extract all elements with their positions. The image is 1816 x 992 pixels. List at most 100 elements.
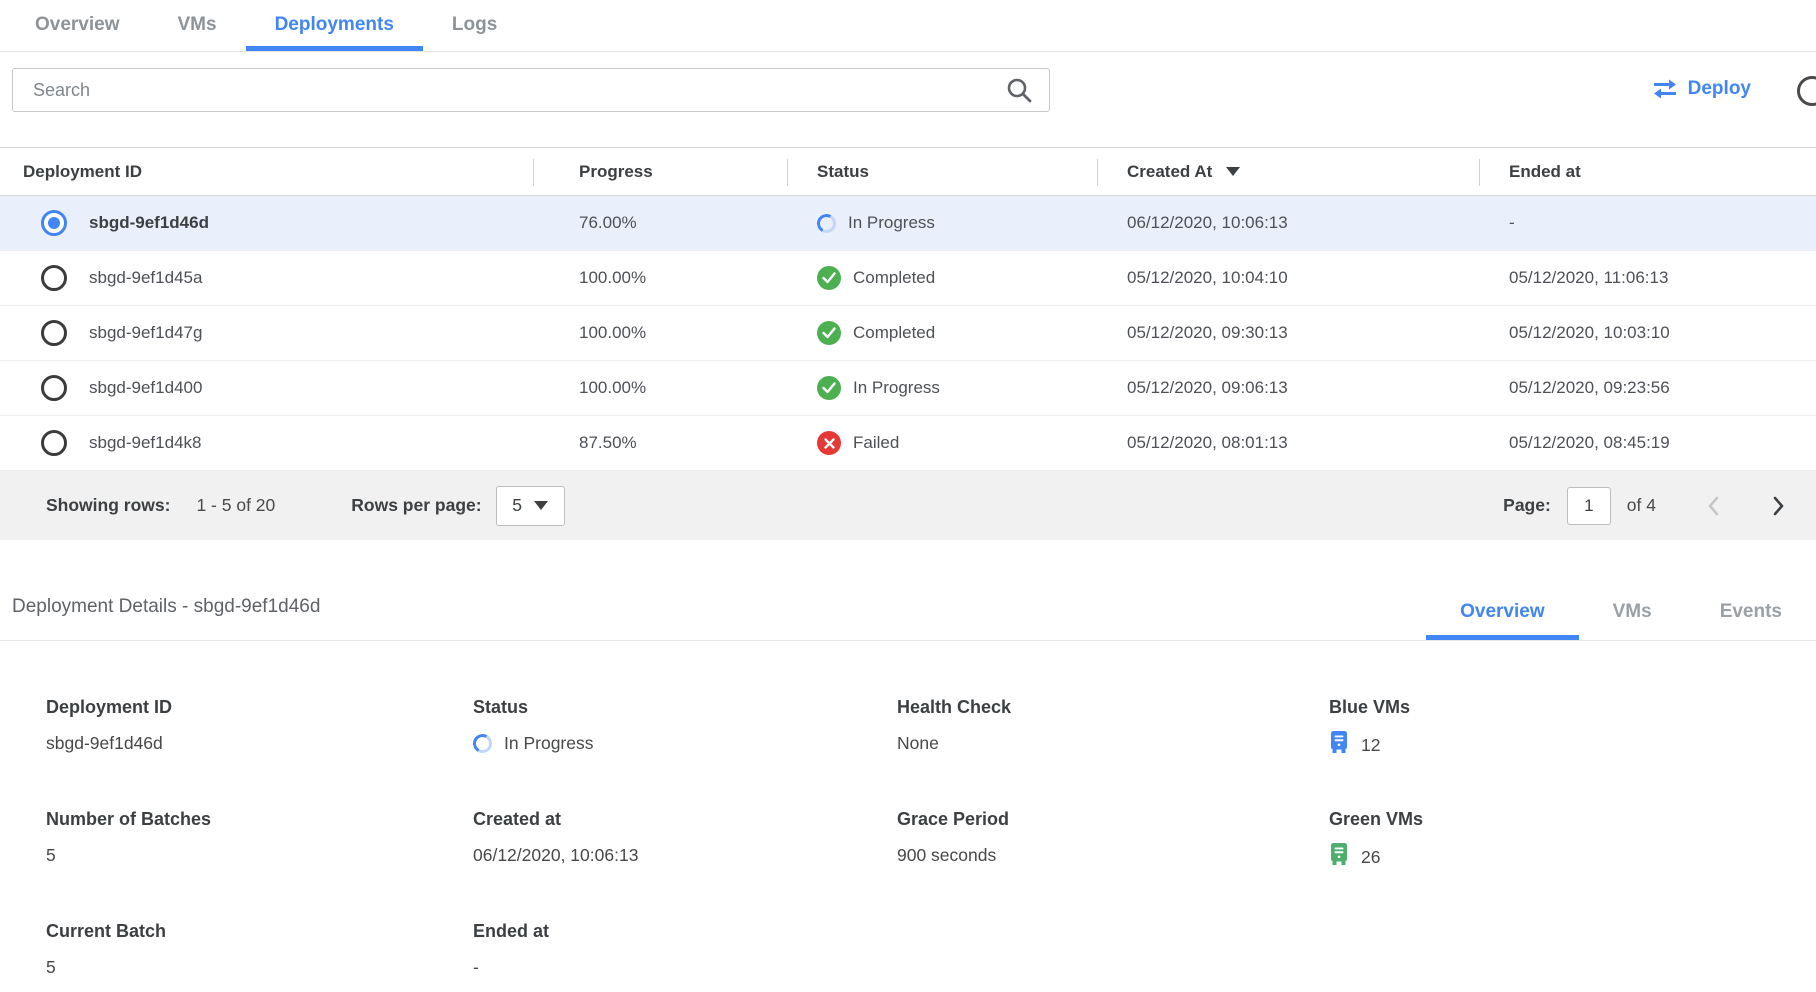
ended-at-cell: - bbox=[1479, 213, 1816, 233]
created-at-cell: 05/12/2020, 08:01:13 bbox=[1097, 433, 1479, 453]
rows-per-page-value: 5 bbox=[512, 495, 522, 516]
refresh-icon[interactable] bbox=[1797, 76, 1816, 106]
column-header-progress[interactable]: Progress bbox=[533, 148, 787, 195]
completed-check-icon bbox=[817, 266, 841, 290]
detail-field: Number of Batches 5 bbox=[46, 809, 473, 871]
progress-cell: 87.50% bbox=[533, 433, 787, 453]
detail-field-value: 12 bbox=[1329, 731, 1816, 759]
table-row[interactable]: sbgd-9ef1d400 100.00% In Progress 05/12/202… bbox=[0, 361, 1816, 416]
deployment-id-value: sbgd-9ef1d4k8 bbox=[89, 433, 201, 453]
detail-field: Ended at- bbox=[473, 921, 897, 979]
detail-field-value: None bbox=[897, 731, 1329, 755]
status-cell: Failed bbox=[787, 431, 1097, 455]
swap-arrows-icon bbox=[1652, 78, 1678, 100]
details-tab-vms[interactable]: VMs bbox=[1579, 601, 1686, 640]
row-select-radio[interactable] bbox=[41, 375, 67, 401]
status-text: In Progress bbox=[853, 378, 940, 398]
detail-field: StatusIn Progress bbox=[473, 697, 897, 759]
row-select-radio[interactable] bbox=[41, 265, 67, 291]
showing-rows-label: Showing rows: bbox=[46, 495, 170, 516]
failed-x-icon bbox=[817, 431, 841, 455]
row-select-radio[interactable] bbox=[41, 210, 67, 236]
progress-cell: 76.00% bbox=[533, 213, 787, 233]
created-at-cell: 05/12/2020, 09:30:13 bbox=[1097, 323, 1479, 343]
detail-field-value: 5 bbox=[46, 955, 473, 979]
search-input[interactable] bbox=[12, 68, 1050, 112]
table-row[interactable]: sbgd-9ef1d45a100.00%Completed05/12/2020,… bbox=[0, 251, 1816, 306]
details-header: Deployment Details - sbgd-9ef1d46d Overv… bbox=[0, 596, 1816, 641]
progress-cell: 100.00% bbox=[533, 378, 787, 398]
detail-field: Grace Period900 seconds bbox=[897, 809, 1329, 871]
detail-field-label: Grace Period bbox=[897, 809, 1329, 830]
status-cell: Completed bbox=[787, 266, 1097, 290]
chevron-left-icon bbox=[1704, 494, 1724, 518]
detail-field-label: Deployment ID bbox=[46, 697, 473, 718]
deployment-id-cell: sbgd-9ef1d47g bbox=[0, 320, 533, 346]
chevron-right-icon bbox=[1768, 494, 1788, 518]
created-at-cell: 05/12/2020, 10:04:10 bbox=[1097, 268, 1479, 288]
showing-rows-value: 1 - 5 of 20 bbox=[196, 495, 275, 516]
deploy-button-label: Deploy bbox=[1688, 78, 1751, 100]
column-header-status[interactable]: Status bbox=[787, 148, 1097, 195]
in-progress-spinner-icon bbox=[815, 211, 838, 234]
toolbar: Deploy bbox=[0, 68, 1816, 114]
progress-cell: 100.00% bbox=[533, 323, 787, 343]
deployment-id-value: sbgd-9ef1d400 bbox=[89, 378, 202, 398]
search-icon bbox=[1006, 77, 1032, 103]
deployment-id-cell: sbgd-9ef1d45a bbox=[0, 265, 533, 291]
detail-field-value: 5 bbox=[46, 843, 473, 867]
chevron-down-icon bbox=[534, 501, 548, 510]
next-page-button[interactable] bbox=[1764, 490, 1792, 522]
ended-at-cell: 05/12/2020, 11:06:13 bbox=[1479, 268, 1816, 288]
table-body: sbgd-9ef1d46d76.00%In Progress06/12/2020… bbox=[0, 196, 1816, 471]
detail-field-value: 26 bbox=[1329, 843, 1816, 871]
nav-tab-vms[interactable]: VMs bbox=[149, 0, 246, 51]
progress-cell: 100.00% bbox=[533, 268, 787, 288]
column-header-deployment-id[interactable]: Deployment ID bbox=[0, 148, 533, 195]
nav-tab-deployments[interactable]: Deployments bbox=[246, 0, 423, 51]
table-row[interactable]: sbgd-9ef1d47g100.00%Completed05/12/2020,… bbox=[0, 306, 1816, 361]
detail-field: Blue VMs12 bbox=[1329, 697, 1816, 759]
status-cell: Completed bbox=[787, 321, 1097, 345]
rows-per-page-select[interactable]: 5 bbox=[496, 486, 565, 526]
column-header-created-at[interactable]: Created At bbox=[1097, 148, 1479, 195]
detail-field: Deployment IDsbgd-9ef1d46d bbox=[46, 697, 473, 759]
detail-field: Health Check None bbox=[897, 697, 1329, 759]
table-footer: Showing rows: 1 - 5 of 20 Rows per page:… bbox=[0, 471, 1816, 540]
detail-field: Created at 06/12/2020, 10:06:13 bbox=[473, 809, 897, 871]
table-row[interactable]: sbgd-9ef1d46d76.00%In Progress06/12/2020… bbox=[0, 196, 1816, 251]
detail-field-label: Current Batch bbox=[46, 921, 473, 942]
row-select-radio[interactable] bbox=[41, 320, 67, 346]
detail-field-value: 06/12/2020, 10:06:13 bbox=[473, 843, 897, 867]
table-header-row: Deployment ID Progress Status Created At… bbox=[0, 147, 1816, 196]
nav-tab-logs[interactable]: Logs bbox=[423, 0, 526, 51]
in-progress-spinner-icon bbox=[471, 731, 494, 754]
deployment-id-cell: sbgd-9ef1d400 bbox=[0, 375, 533, 401]
sort-desc-icon bbox=[1226, 167, 1240, 176]
created-at-cell: 05/12/2020, 09:06:13 bbox=[1097, 378, 1479, 398]
detail-field: Current Batch 5 bbox=[46, 921, 473, 979]
deploy-button[interactable]: Deploy bbox=[1650, 74, 1753, 104]
deployments-table: Deployment ID Progress Status Created At… bbox=[0, 147, 1816, 540]
detail-field-value: - bbox=[473, 955, 897, 979]
page-number-input[interactable] bbox=[1567, 487, 1611, 525]
column-header-ended-at[interactable]: Ended at bbox=[1479, 148, 1816, 195]
details-tab-events[interactable]: Events bbox=[1686, 601, 1816, 640]
page-label: Page: bbox=[1503, 495, 1551, 516]
top-tab-bar: OverviewVMsDeploymentsLogs bbox=[0, 0, 1816, 52]
row-select-radio[interactable] bbox=[41, 430, 67, 456]
table-row[interactable]: sbgd-9ef1d4k8 87.50%Failed05/12/2020, 08:… bbox=[0, 416, 1816, 471]
status-text: In Progress bbox=[848, 213, 935, 233]
detail-field-label: Created at bbox=[473, 809, 897, 830]
status-cell: In Progress bbox=[787, 213, 1097, 233]
ended-at-cell: 05/12/2020, 09:23:56 bbox=[1479, 378, 1816, 398]
completed-check-icon bbox=[817, 376, 841, 400]
detail-field-label: Health Check bbox=[897, 697, 1329, 718]
nav-tab-overview[interactable]: Overview bbox=[6, 0, 149, 51]
detail-field-label: Number of Batches bbox=[46, 809, 473, 830]
details-tab-overview[interactable]: Overview bbox=[1426, 601, 1579, 640]
previous-page-button[interactable] bbox=[1700, 490, 1728, 522]
completed-check-icon bbox=[817, 321, 841, 345]
details-tab-bar: OverviewVMsEvents bbox=[1426, 601, 1816, 640]
created-at-cell: 06/12/2020, 10:06:13 bbox=[1097, 213, 1479, 233]
